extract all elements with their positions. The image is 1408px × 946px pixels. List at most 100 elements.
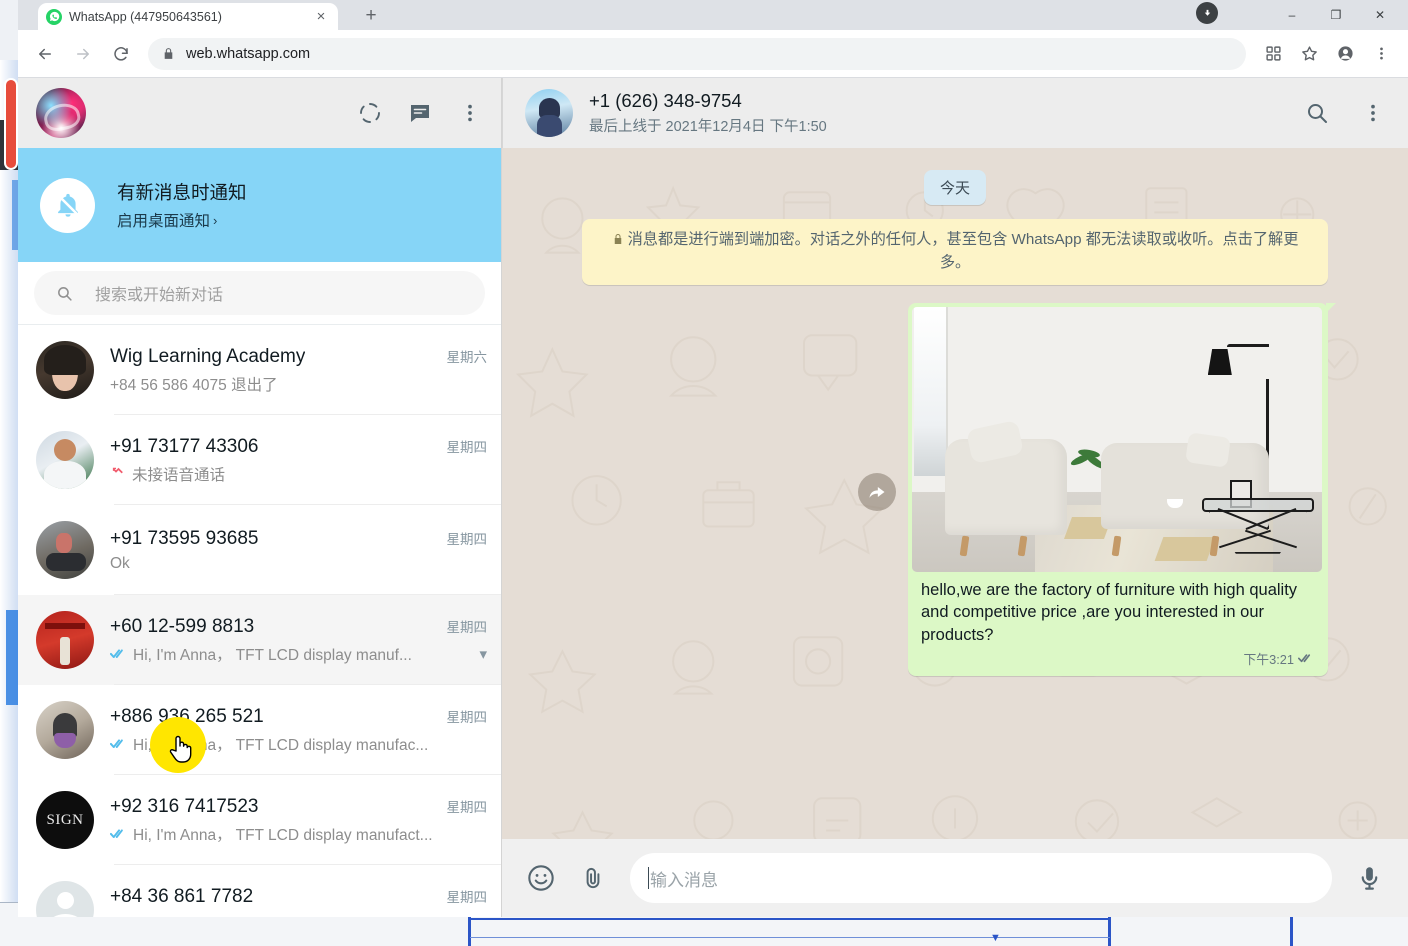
chat-list-item[interactable]: Wig Learning Academy 星期六 +84 56 586 4075 退… xyxy=(18,325,501,415)
contact-name: +92 316 7417523 xyxy=(110,795,259,817)
contact-name: +91 73595 93685 xyxy=(110,527,259,549)
search-icon[interactable] xyxy=(1304,100,1330,126)
sidebar: 有新消息时通知 启用桌面通知 › 搜索或开始新对话 Wig Learning A… xyxy=(18,78,502,917)
encryption-notice[interactable]: 消息都是进行端到端加密。对话之外的任何人，甚至包含 WhatsApp 都无法读取… xyxy=(582,219,1328,285)
chat-timestamp: 星期四 xyxy=(446,531,488,547)
chat-item-body: Wig Learning Academy 星期六 +84 56 586 4075 退… xyxy=(110,346,487,395)
contact-avatar[interactable] xyxy=(36,611,94,669)
notification-banner-title: 有新消息时通知 xyxy=(117,182,247,203)
chat-list-item[interactable]: +84 36 861 7782 星期四 Hi, I'm Anna， TFT LCD … xyxy=(18,865,501,917)
reload-icon[interactable] xyxy=(104,37,138,71)
message-input-placeholder: 输入消息 xyxy=(650,870,718,890)
contact-last-seen: 最后上线于 2021年12月4日 下午1:50 xyxy=(589,119,827,135)
kebab-menu-icon[interactable] xyxy=(1364,37,1398,71)
browser-tab-whatsapp[interactable]: WhatsApp (447950643561) × xyxy=(38,3,338,30)
conversation-header-text: +1 (626) 348-9754 最后上线于 2021年12月4日 下午1:5… xyxy=(589,90,827,136)
new-chat-icon[interactable] xyxy=(407,100,433,126)
close-icon[interactable]: × xyxy=(312,8,330,26)
chat-preview-text: Hi, I'm Anna， TFT LCD display manufac... xyxy=(133,736,429,754)
search-input[interactable]: 搜索或开始新对话 xyxy=(34,271,485,315)
contact-avatar[interactable]: SIGN xyxy=(36,791,94,849)
contact-avatar[interactable] xyxy=(36,431,94,489)
close-window-button[interactable]: ✕ xyxy=(1358,0,1402,30)
chat-item-body: +92 316 7417523 星期四 Hi, I'm Anna， TFT LCD … xyxy=(110,796,487,845)
sidebar-header-actions xyxy=(357,100,483,126)
contact-avatar[interactable] xyxy=(36,881,94,917)
chat-item-preview: 未接语音通话 xyxy=(110,463,487,485)
chat-item-body: +91 73595 93685 星期四 Ok xyxy=(110,528,487,573)
chat-item-top: +886 936 265 521 星期四 xyxy=(110,706,487,728)
message-meta: 下午3:21 xyxy=(912,649,1324,671)
kebab-menu-icon[interactable] xyxy=(457,100,483,126)
read-receipt-icon xyxy=(110,827,128,840)
account-avatar-icon[interactable] xyxy=(1328,37,1362,71)
microphone-icon[interactable] xyxy=(1354,863,1384,893)
desktop-notification-banner[interactable]: 有新消息时通知 启用桌面通知 › xyxy=(18,148,501,262)
browser-window: WhatsApp (447950643561) × + – ❐ ✕ web.wh… xyxy=(18,0,1408,917)
chevron-right-icon: › xyxy=(213,212,218,228)
message-input[interactable]: 输入消息 xyxy=(630,853,1332,903)
message-area[interactable]: 今天 消息都是进行端到端加密。对话之外的任何人，甚至包含 WhatsApp 都无… xyxy=(502,148,1408,839)
lock-icon xyxy=(164,48,173,59)
read-receipt-icon xyxy=(110,647,128,660)
missed-call-icon xyxy=(110,464,127,484)
message-bubble-outgoing[interactable]: hello,we are the factory of furniture wi… xyxy=(908,302,1336,676)
read-receipt-icon xyxy=(1298,654,1311,663)
search-icon xyxy=(58,286,72,301)
forward-arrow-icon[interactable] xyxy=(858,472,896,511)
contact-avatar[interactable] xyxy=(36,701,94,759)
chat-item-body: +60 12-599 8813 星期四 Hi, I'm Anna， TFT LCD … xyxy=(110,616,487,665)
maximize-button[interactable]: ❐ xyxy=(1314,0,1358,30)
forward-arrow-icon[interactable] xyxy=(66,37,100,71)
conversation-header: +1 (626) 348-9754 最后上线于 2021年12月4日 下午1:5… xyxy=(502,78,1408,148)
emoji-smiley-icon[interactable] xyxy=(526,863,556,893)
lock-icon xyxy=(614,234,621,244)
conversation-header-actions xyxy=(1304,100,1386,126)
contact-name: +60 12-599 8813 xyxy=(110,615,255,637)
chat-list-item[interactable]: +886 936 265 521 星期四 Hi, I'm Anna， TFT LCD… xyxy=(18,685,501,775)
browser-title-bar: WhatsApp (447950643561) × + – ❐ ✕ xyxy=(18,0,1408,30)
chat-preview-text: Ok xyxy=(110,554,130,572)
whatsapp-app: 有新消息时通知 启用桌面通知 › 搜索或开始新对话 Wig Learning A… xyxy=(18,78,1408,917)
bell-muted-icon xyxy=(40,177,95,233)
address-bar[interactable]: web.whatsapp.com xyxy=(148,37,1246,70)
message-text: hello,we are the factory of furniture wi… xyxy=(921,580,1298,645)
chat-item-preview: Hi, I'm Anna， TFT LCD display manufact..… xyxy=(110,823,487,845)
chat-item-body: +84 36 861 7782 星期四 Hi, I'm Anna， TFT LCD … xyxy=(110,886,487,918)
back-arrow-icon[interactable] xyxy=(28,37,62,71)
chat-list-item[interactable]: +60 12-599 8813 星期四 Hi, I'm Anna， TFT LCD … xyxy=(18,595,501,685)
chat-item-preview: Hi, I'm Anna， TFT LCD display manufactu xyxy=(110,913,487,918)
contact-avatar[interactable] xyxy=(36,521,94,579)
my-profile-avatar[interactable] xyxy=(36,88,86,138)
chat-item-top: +84 36 861 7782 星期四 xyxy=(110,886,487,908)
chat-timestamp: 星期四 xyxy=(446,889,488,905)
notification-banner-subtitle: 启用桌面通知 › xyxy=(117,209,247,231)
minimize-button[interactable]: – xyxy=(1270,0,1314,30)
address-bar-url: web.whatsapp.com xyxy=(186,45,311,62)
new-tab-button[interactable]: + xyxy=(358,4,384,28)
encryption-notice-text: 消息都是进行端到端加密。对话之外的任何人，甚至包含 WhatsApp 都无法读取… xyxy=(627,231,1299,271)
chat-item-top: +60 12-599 8813 星期四 xyxy=(110,616,487,638)
chat-list-item[interactable]: SIGN +92 316 7417523 星期四 Hi, I'm Anna， TFT … xyxy=(18,775,501,865)
chat-preview-text: +84 56 586 4075 退出了 xyxy=(110,376,278,394)
read-receipt-icon xyxy=(110,737,128,750)
kebab-menu-icon[interactable] xyxy=(1360,100,1386,126)
star-icon[interactable] xyxy=(1292,37,1326,71)
contact-avatar[interactable] xyxy=(36,341,94,399)
chat-list-item[interactable]: +91 73177 43306 星期四 未接语音通话 xyxy=(18,415,501,505)
chat-list-item[interactable]: +91 73595 93685 星期四 Ok xyxy=(18,505,501,595)
chat-list[interactable]: Wig Learning Academy 星期六 +84 56 586 4075 退… xyxy=(18,325,501,917)
chat-timestamp: 星期四 xyxy=(446,799,488,815)
living-room-furniture-photo[interactable] xyxy=(912,306,1322,572)
search-placeholder: 搜索或开始新对话 xyxy=(95,287,224,304)
qr-code-icon[interactable] xyxy=(1256,37,1290,71)
status-ring-icon[interactable] xyxy=(357,100,383,126)
search-container: 搜索或开始新对话 xyxy=(18,262,501,325)
chevron-down-icon[interactable]: ▾ xyxy=(473,645,487,663)
chat-item-preview: Hi, I'm Anna， TFT LCD display manuf... ▾ xyxy=(110,643,487,665)
chat-preview-text: 未接语音通话 xyxy=(132,466,226,484)
download-arrow-icon[interactable] xyxy=(1196,2,1218,24)
paperclip-icon[interactable] xyxy=(578,863,608,893)
chat-preview-text: Hi, I'm Anna， TFT LCD display manuf... xyxy=(133,646,412,664)
contact-avatar[interactable] xyxy=(525,89,573,137)
